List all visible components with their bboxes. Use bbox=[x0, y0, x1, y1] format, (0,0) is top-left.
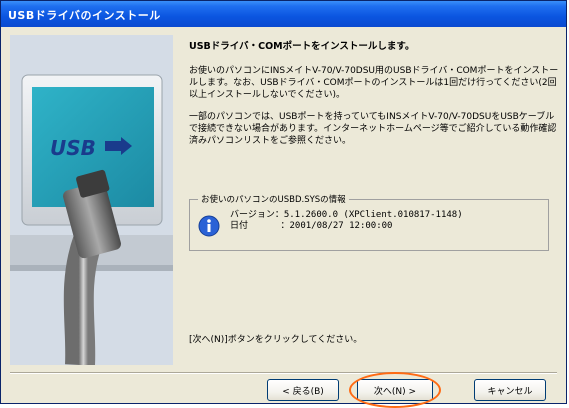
version-line: バージョン：5.1.2600.0 (XPClient.010817-1148) bbox=[230, 210, 463, 220]
usbd-info-lines: バージョン：5.1.2600.0 (XPClient.010817-1148) … bbox=[230, 210, 463, 232]
info-icon bbox=[198, 215, 220, 237]
window-title: USBドライバのインストール bbox=[8, 9, 161, 22]
instruction-text: [次へ(N)]ボタンをクリックしてください。 bbox=[189, 335, 363, 345]
usbd-info-label: お使いのパソコンのUSBD.SYSの情報 bbox=[198, 193, 349, 205]
usb-logo-text: USB bbox=[50, 136, 96, 160]
usbd-info-group: お使いのパソコンのUSBD.SYSの情報 バージョン：5.1.2600.0 (X… bbox=[189, 193, 549, 251]
back-button[interactable]: < 戻る(B) bbox=[267, 379, 339, 401]
button-separator bbox=[10, 372, 557, 374]
usb-cable-illustration: USB bbox=[10, 35, 173, 365]
cancel-button[interactable]: キャンセル bbox=[474, 379, 546, 401]
installer-window: USBドライバのインストール USB USBドライバ・COMポートをインストール… bbox=[0, 0, 567, 408]
main-content: USBドライバ・COMポートをインストールします。 お使いのパソコンにINSメイ… bbox=[189, 41, 559, 157]
intro-paragraph: お使いのパソコンにINSメイトV-70/V-70DSU用のUSBドライバ・COM… bbox=[189, 66, 559, 100]
title-bar[interactable]: USBドライバのインストール bbox=[1, 1, 566, 27]
dialog-body: USB USBドライバ・COMポートをインストールします。 お使いのパソコンにI… bbox=[4, 27, 563, 408]
compatibility-paragraph: 一部のパソコンでは、USBポートを持っていてもINSメイトV-70/V-70DS… bbox=[189, 112, 557, 146]
date-line: 日付 ：2001/08/27 12:00:00 bbox=[230, 221, 393, 231]
usb-illustration: USB bbox=[10, 35, 173, 365]
page-heading: USBドライバ・COMポートをインストールします。 bbox=[189, 41, 415, 52]
next-button[interactable]: 次へ(N) > bbox=[357, 379, 433, 401]
